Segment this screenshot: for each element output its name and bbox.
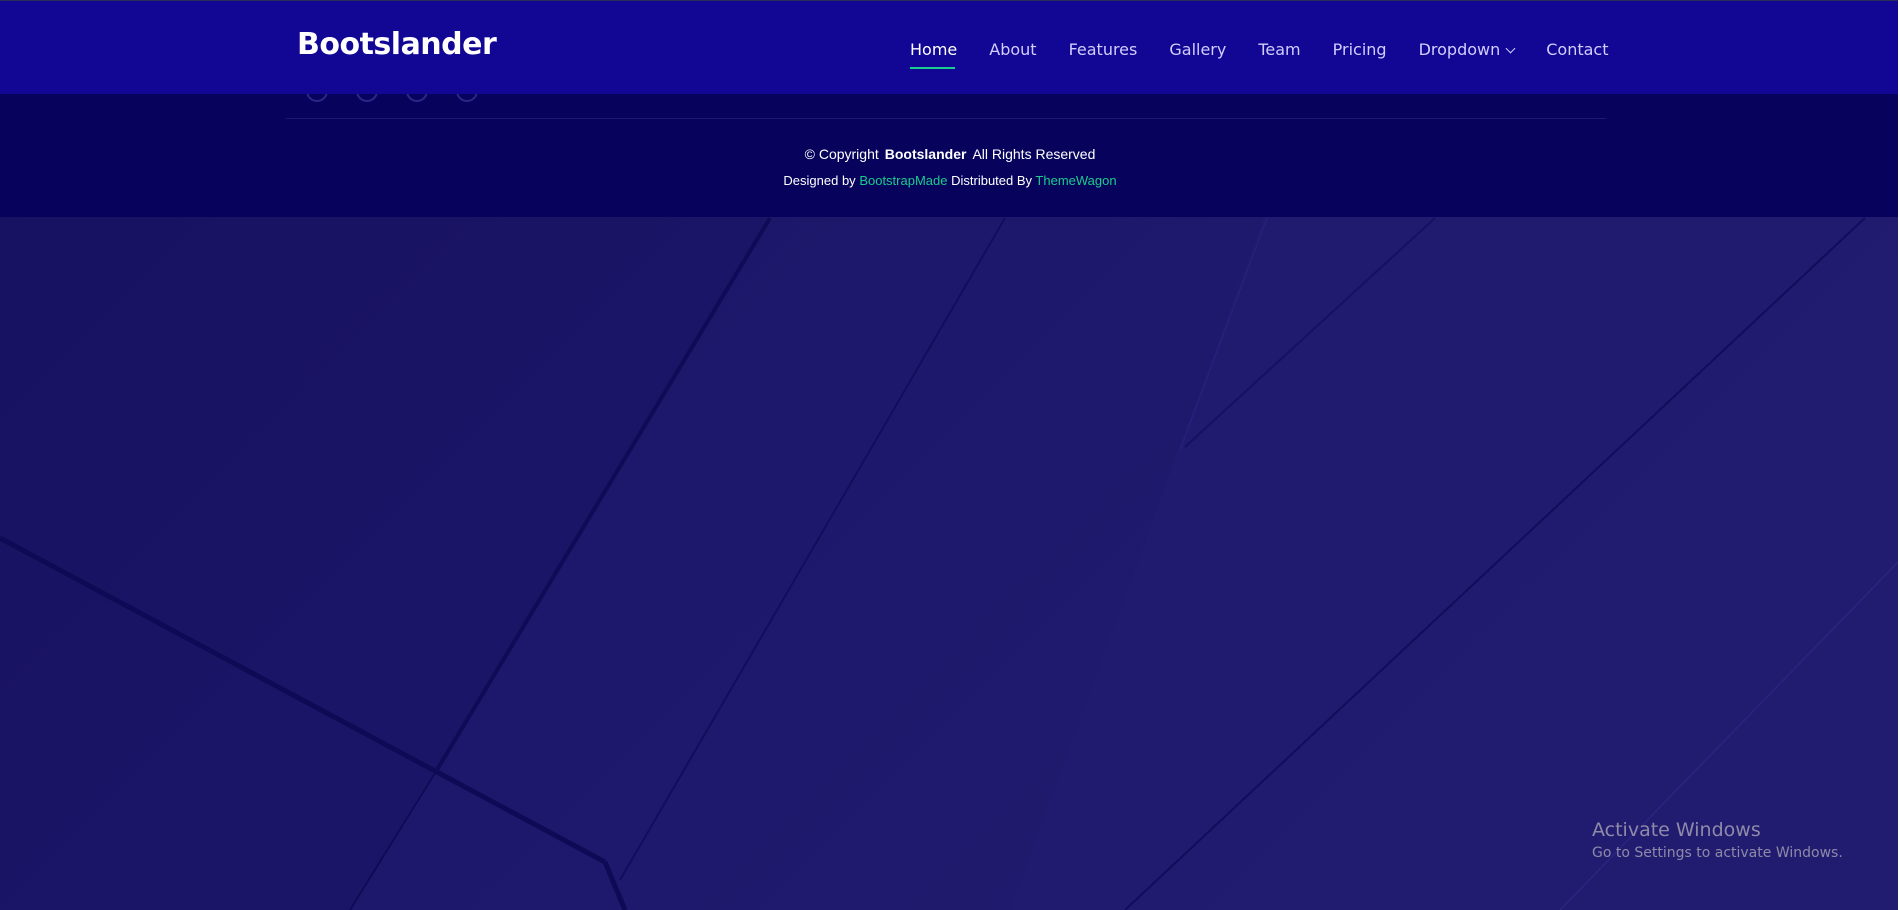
nav-item-contact[interactable]: Contact (1546, 40, 1608, 59)
page-viewport: Bootslander Home About Features Gallery … (0, 0, 1900, 910)
nav-item-pricing[interactable]: Pricing (1333, 40, 1387, 59)
main-nav: Home About Features Gallery Team Pricing… (910, 37, 1609, 69)
nav-item-dropdown-label: Dropdown (1418, 39, 1501, 59)
copyright-prefix: © Copyright (804, 146, 879, 162)
nav-item-features[interactable]: Features (1069, 40, 1138, 59)
site-header: Bootslander Home About Features Gallery … (0, 0, 1900, 94)
bootstrapmade-link[interactable]: BootstrapMade (859, 173, 947, 188)
site-footer: © Copyright Bootslander All Rights Reserve… (0, 91, 1900, 217)
nav-item-gallery[interactable]: Gallery (1169, 40, 1226, 59)
copyright-line: © Copyright Bootslander All Rights Reserve… (0, 146, 1900, 162)
nav-item-home[interactable]: Home (910, 40, 957, 69)
distributed-by-label: Distributed By (951, 173, 1033, 188)
designed-by-label: Designed by (783, 173, 856, 188)
footer-divider (286, 118, 1606, 119)
credits-line: Designed by BootstrapMade Distributed By… (0, 173, 1900, 188)
chevron-down-icon (1505, 43, 1516, 53)
watermark-title: Activate Windows (1592, 819, 1761, 841)
copyright-rights: All Rights Reserved (972, 146, 1096, 162)
nav-item-dropdown[interactable]: Dropdown (1418, 39, 1516, 59)
activate-windows-watermark: Activate Windows Go to Settings to activ… (1592, 818, 1843, 864)
themewagon-link[interactable]: ThemeWagon (1035, 173, 1116, 188)
nav-item-about[interactable]: About (989, 40, 1036, 59)
watermark-subtitle: Go to Settings to activate Windows. (1592, 845, 1843, 861)
copyright-brand: Bootslander (884, 146, 967, 162)
nav-item-team[interactable]: Team (1258, 40, 1300, 59)
site-logo[interactable]: Bootslander (297, 27, 497, 62)
